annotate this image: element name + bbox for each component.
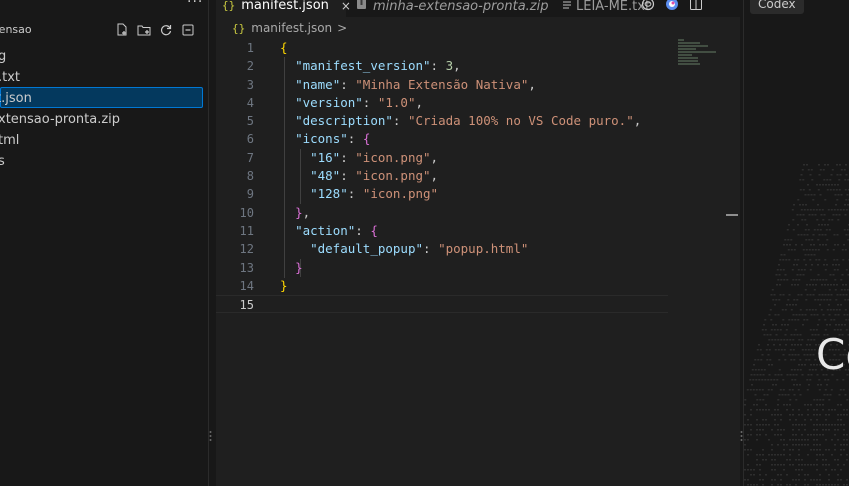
code-lines: 1{ 2 "manifest_version": 3, 3 "name": "M…: [216, 39, 740, 314]
file-list: g .txt t.json xtensao-pronta.zip tml s: [0, 45, 208, 171]
explorer-actions: [114, 22, 196, 38]
folder-name: ktensao: [0, 23, 32, 36]
collapse-all-icon[interactable]: [180, 22, 196, 38]
json-file-icon: {}: [232, 21, 246, 35]
code-line: 4 "version": "1.0",: [246, 94, 424, 110]
code-line: 6 "icons": {: [246, 131, 371, 147]
close-icon[interactable]: ×: [341, 0, 351, 13]
zip-file-icon: [356, 0, 367, 14]
code-line: 8 "48": "icon.png",: [246, 168, 439, 184]
explorer-sidebar: ··· ktensao g .txt t.json xtensao-pronta…: [0, 0, 209, 486]
editor-actions: [640, 0, 704, 12]
code-line: 12 "default_popup": "popup.html": [239, 241, 529, 257]
copilot-icon[interactable]: [664, 0, 680, 12]
breadcrumb: {} manifest.json >: [232, 21, 347, 35]
code-line: 10 },: [239, 204, 311, 220]
file-item[interactable]: tml: [0, 129, 208, 150]
json-file-icon: {}: [222, 0, 236, 12]
sidebar-sash-handle[interactable]: [209, 430, 212, 442]
split-editor-icon[interactable]: [688, 0, 704, 12]
code-editor[interactable]: {} manifest.json > 1{ 2 "manifest_versio…: [216, 17, 740, 486]
tab-leia-me-txt[interactable]: LEIA-ME.txt: [562, 0, 650, 17]
new-file-icon[interactable]: [114, 22, 130, 38]
codex-background-pattern: [744, 164, 849, 486]
code-line-current[interactable]: 15: [216, 295, 668, 314]
refresh-icon[interactable]: [158, 22, 174, 38]
code-line: 7 "16": "icon.png",: [246, 149, 439, 165]
file-item[interactable]: g: [0, 45, 208, 66]
editor-tab-bar: {} manifest.json × minha-extensao-pronta…: [216, 0, 740, 17]
explorer-more-button[interactable]: ···: [187, 0, 203, 10]
chatgpt-icon[interactable]: [640, 0, 656, 12]
codex-panel: Codex Co: [743, 0, 849, 486]
code-line: 5 "description": "Criada 100% no VS Code…: [246, 113, 642, 129]
tab-label: LEIA-ME.txt: [576, 0, 651, 14]
breadcrumb-separator: >: [337, 21, 348, 35]
new-folder-icon[interactable]: [136, 22, 152, 38]
file-item[interactable]: xtensao-pronta.zip: [0, 108, 208, 129]
scrollbar-cursor-marker: [726, 214, 738, 216]
tab-minha-extensao-pronta-zip[interactable]: minha-extensao-pronta.zip: [356, 0, 549, 17]
explorer-folder-header[interactable]: ktensao: [0, 20, 208, 42]
breadcrumb-file[interactable]: manifest.json: [251, 21, 332, 35]
txt-file-icon: [562, 0, 572, 14]
code-line: 9 "128": "icon.png": [246, 186, 439, 202]
codex-logo-text: Co: [816, 330, 849, 379]
code-line: 1{: [246, 40, 288, 55]
tab-label: manifest.json: [241, 0, 329, 13]
minimap[interactable]: [678, 39, 718, 69]
code-line: 2 "manifest_version": 3,: [246, 58, 461, 74]
tab-codex[interactable]: Codex: [750, 0, 804, 14]
tab-manifest-json[interactable]: {} manifest.json ×: [216, 0, 351, 17]
file-item[interactable]: .txt: [0, 66, 208, 87]
file-item-selected[interactable]: t.json: [0, 87, 203, 108]
code-line: 13 }: [239, 259, 303, 275]
file-item[interactable]: s: [0, 150, 208, 171]
code-line: 14}: [239, 277, 288, 293]
tab-label: minha-extensao-pronta.zip: [373, 0, 549, 14]
code-line: 3 "name": "Minha Extensão Nativa",: [246, 76, 536, 92]
code-line: 11 "action": {: [239, 222, 378, 238]
